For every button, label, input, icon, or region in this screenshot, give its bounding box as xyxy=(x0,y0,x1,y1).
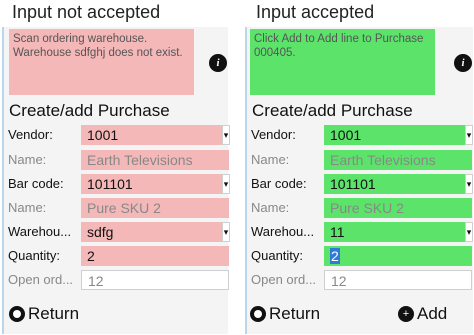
add-button[interactable]: + Add xyxy=(398,302,447,326)
barcode-row: Bar code: 101101 ▾ xyxy=(247,174,473,194)
product-name-label: Name: xyxy=(8,200,47,215)
vendor-field[interactable]: 1001 xyxy=(324,125,465,145)
return-label: Return xyxy=(28,304,80,323)
open-orders-label: Open ord... xyxy=(251,272,317,287)
warehouse-field[interactable]: sdfg xyxy=(81,222,222,242)
page-title: Create/add Purchase xyxy=(9,101,170,120)
barcode-label: Bar code: xyxy=(8,176,64,191)
return-icon xyxy=(250,305,266,322)
vendor-name-label: Name: xyxy=(251,152,290,167)
open-orders-row: Open ord... 12 xyxy=(4,270,229,290)
message-box: Scan ordering warehouse. Warehouse sdfgh… xyxy=(9,29,194,95)
dropdown-arrow-icon[interactable]: ▾ xyxy=(465,125,473,145)
warehouse-row: Warehou... sdfg ▾ xyxy=(4,222,230,242)
product-name-row: Name: Pure SKU 2 xyxy=(4,198,229,218)
open-orders-field: 12 xyxy=(324,270,472,290)
vendor-name-field: Earth Televisions xyxy=(324,150,472,170)
dropdown-arrow-icon[interactable]: ▾ xyxy=(465,222,473,242)
warehouse-field[interactable]: 11 xyxy=(324,222,465,242)
barcode-label: Bar code: xyxy=(251,176,307,191)
dropdown-arrow-icon[interactable]: ▾ xyxy=(222,125,230,145)
quantity-label: Quantity: xyxy=(251,248,304,263)
product-name-label: Name: xyxy=(251,200,290,215)
caption-accepted: Input accepted xyxy=(256,2,375,22)
caption-not-accepted: Input not accepted xyxy=(12,2,161,22)
open-orders-label: Open ord... xyxy=(8,272,74,287)
vendor-label: Vendor: xyxy=(8,127,53,142)
dropdown-arrow-icon[interactable]: ▾ xyxy=(222,222,230,242)
product-name-field: Pure SKU 2 xyxy=(81,198,229,218)
vendor-label: Vendor: xyxy=(251,127,296,142)
product-name-row: Name: Pure SKU 2 xyxy=(247,198,473,218)
open-orders-field: 12 xyxy=(81,270,229,290)
product-name-field: Pure SKU 2 xyxy=(324,198,472,218)
vendor-name-row: Name: Earth Televisions xyxy=(4,150,229,170)
quantity-label: Quantity: xyxy=(8,248,61,263)
vendor-name-row: Name: Earth Televisions xyxy=(247,150,473,170)
quantity-row: Quantity: 2 xyxy=(247,246,473,266)
quantity-field[interactable]: 2 xyxy=(81,246,229,266)
return-label: Return xyxy=(269,304,321,323)
quantity-selected-text: 2 xyxy=(330,248,340,264)
add-icon: + xyxy=(398,305,414,322)
vendor-name-field: Earth Televisions xyxy=(81,150,229,170)
warehouse-row: Warehou... 11 ▾ xyxy=(247,222,473,242)
barcode-field[interactable]: 101101 xyxy=(324,174,465,194)
add-label: Add xyxy=(417,304,448,323)
barcode-field[interactable]: 101101 xyxy=(81,174,222,194)
return-button[interactable]: Return xyxy=(9,302,79,326)
vendor-field[interactable]: 1001 xyxy=(81,125,222,145)
open-orders-row: Open ord... 12 xyxy=(247,270,473,290)
quantity-field[interactable]: 2 xyxy=(324,246,472,266)
return-icon xyxy=(9,305,25,322)
warehouse-label: Warehou... xyxy=(8,224,72,239)
info-icon[interactable]: i xyxy=(209,54,227,72)
warehouse-label: Warehou... xyxy=(251,224,315,239)
vendor-row: Vendor: 1001 ▾ xyxy=(4,125,230,145)
page-title: Create/add Purchase xyxy=(252,101,413,120)
dropdown-arrow-icon[interactable]: ▾ xyxy=(222,174,230,194)
quantity-row: Quantity: 2 xyxy=(4,246,229,266)
panel-not-accepted: Scan ordering warehouse. Warehouse sdfgh… xyxy=(2,27,230,334)
info-icon[interactable]: i xyxy=(454,54,472,72)
message-box: Click Add to Add line to Purchase 000405… xyxy=(250,29,435,95)
barcode-row: Bar code: 101101 ▾ xyxy=(4,174,230,194)
panel-accepted: Click Add to Add line to Purchase 000405… xyxy=(245,27,473,334)
vendor-row: Vendor: 1001 ▾ xyxy=(247,125,473,145)
dropdown-arrow-icon[interactable]: ▾ xyxy=(465,174,473,194)
return-button[interactable]: Return xyxy=(250,302,320,326)
vendor-name-label: Name: xyxy=(8,152,47,167)
